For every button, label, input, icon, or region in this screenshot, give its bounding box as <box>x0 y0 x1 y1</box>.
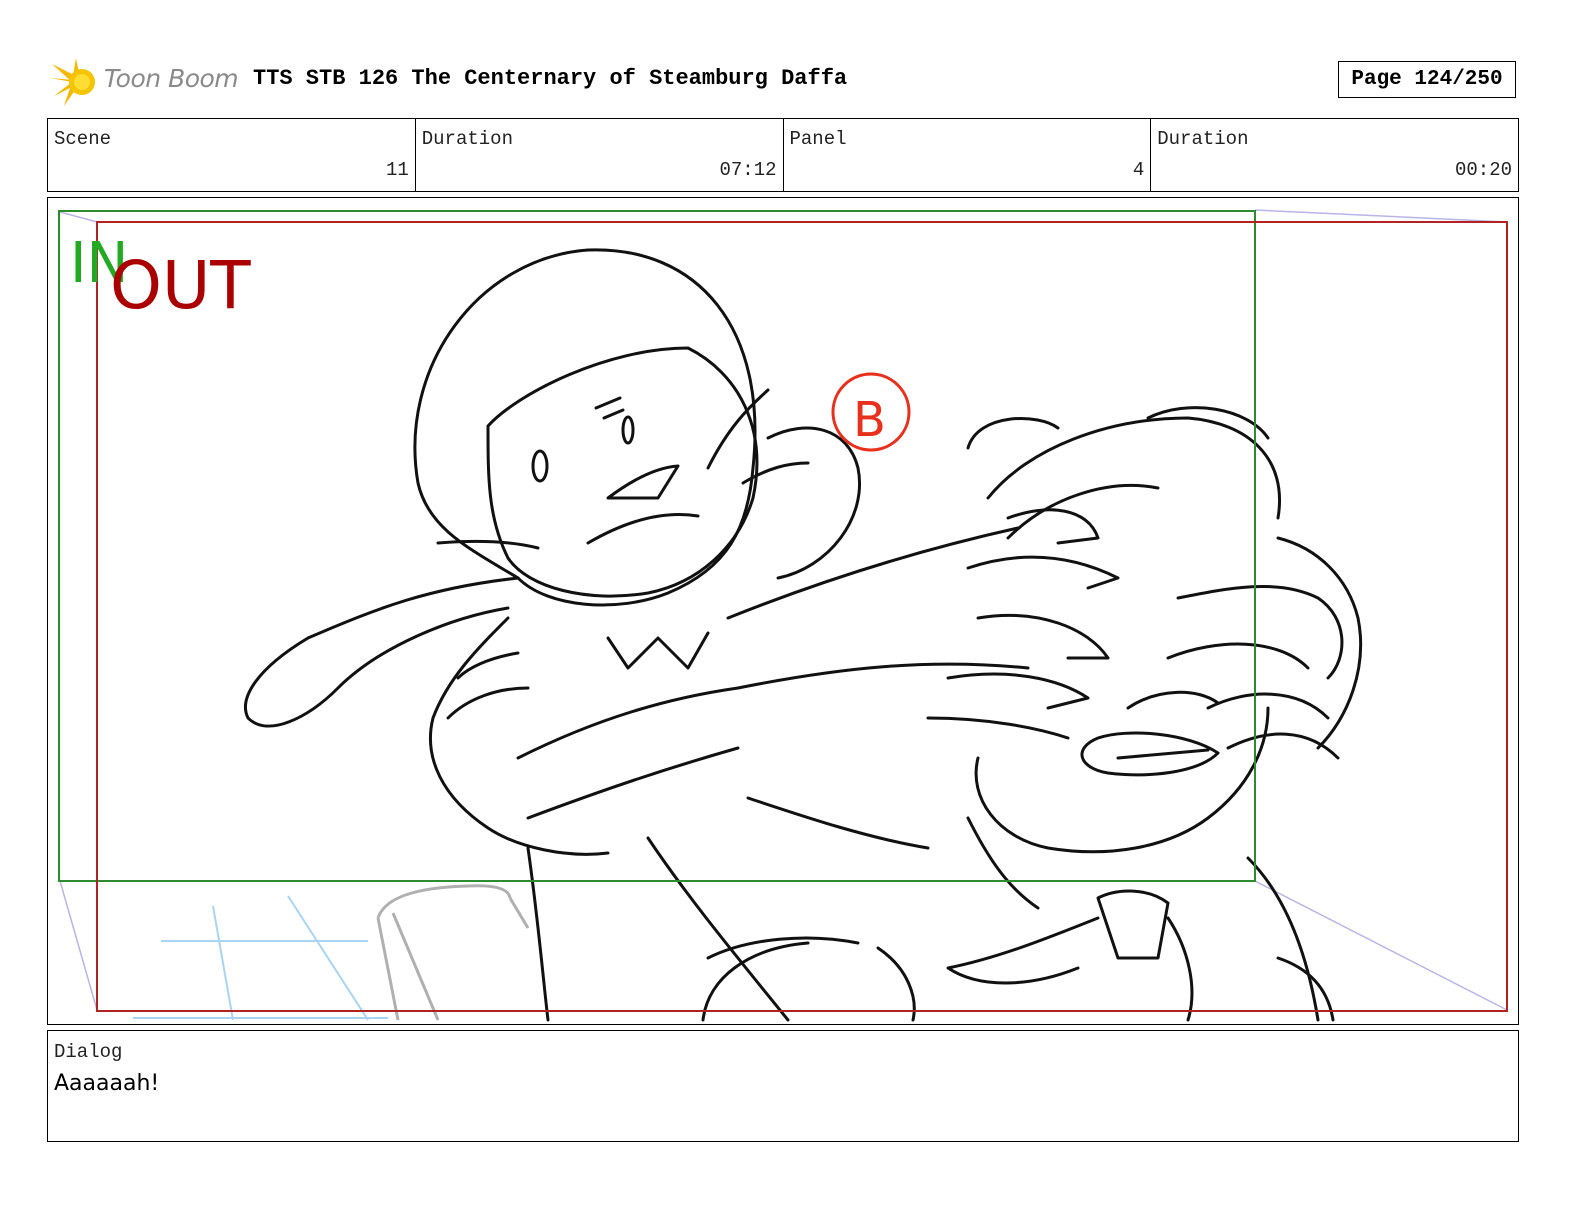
storyboard-panel: IN OUT B <box>47 197 1519 1025</box>
character-sketch <box>244 248 1363 1022</box>
document-title: TTS STB 126 The Centernary of Steamburg … <box>253 66 848 91</box>
camera-move-guides <box>59 209 1508 1011</box>
panel-duration-value: 00:20 <box>1454 159 1512 181</box>
marker-b-letter: B <box>853 392 886 448</box>
panel-sketch: IN OUT B <box>58 209 1508 1022</box>
panel-duration-label: Duration <box>1157 128 1249 150</box>
scene-cell: Scene 11 <box>48 119 415 191</box>
out-label: OUT <box>110 247 251 324</box>
background-lines <box>133 895 388 1021</box>
out-field-guide <box>96 221 1508 1012</box>
dialog-label: Dialog <box>54 1041 123 1063</box>
scene-duration-label: Duration <box>421 128 513 150</box>
panel-duration-cell: Duration 00:20 <box>1150 119 1518 191</box>
panel-value: 4 <box>1132 159 1145 181</box>
scene-duration-cell: Duration 07:12 <box>414 119 783 191</box>
page-indicator: Page 124/250 <box>1338 61 1516 98</box>
scene-value: 11 <box>385 159 409 181</box>
panel-info-table: Scene 11 Duration 07:12 Panel 4 Duration… <box>47 118 1519 192</box>
panel-label: Panel <box>789 128 847 150</box>
dialog-box: Dialog Aaaaaah! <box>47 1030 1519 1142</box>
dialog-text: Aaaaaah! <box>54 1071 160 1096</box>
panel-cell: Panel 4 <box>782 119 1151 191</box>
scene-label: Scene <box>54 128 112 150</box>
scene-duration-value: 07:12 <box>719 159 777 181</box>
chair-sketch <box>376 884 530 1021</box>
marker-b: B <box>831 372 911 452</box>
logo-wordmark: Toon Boom <box>104 64 239 93</box>
